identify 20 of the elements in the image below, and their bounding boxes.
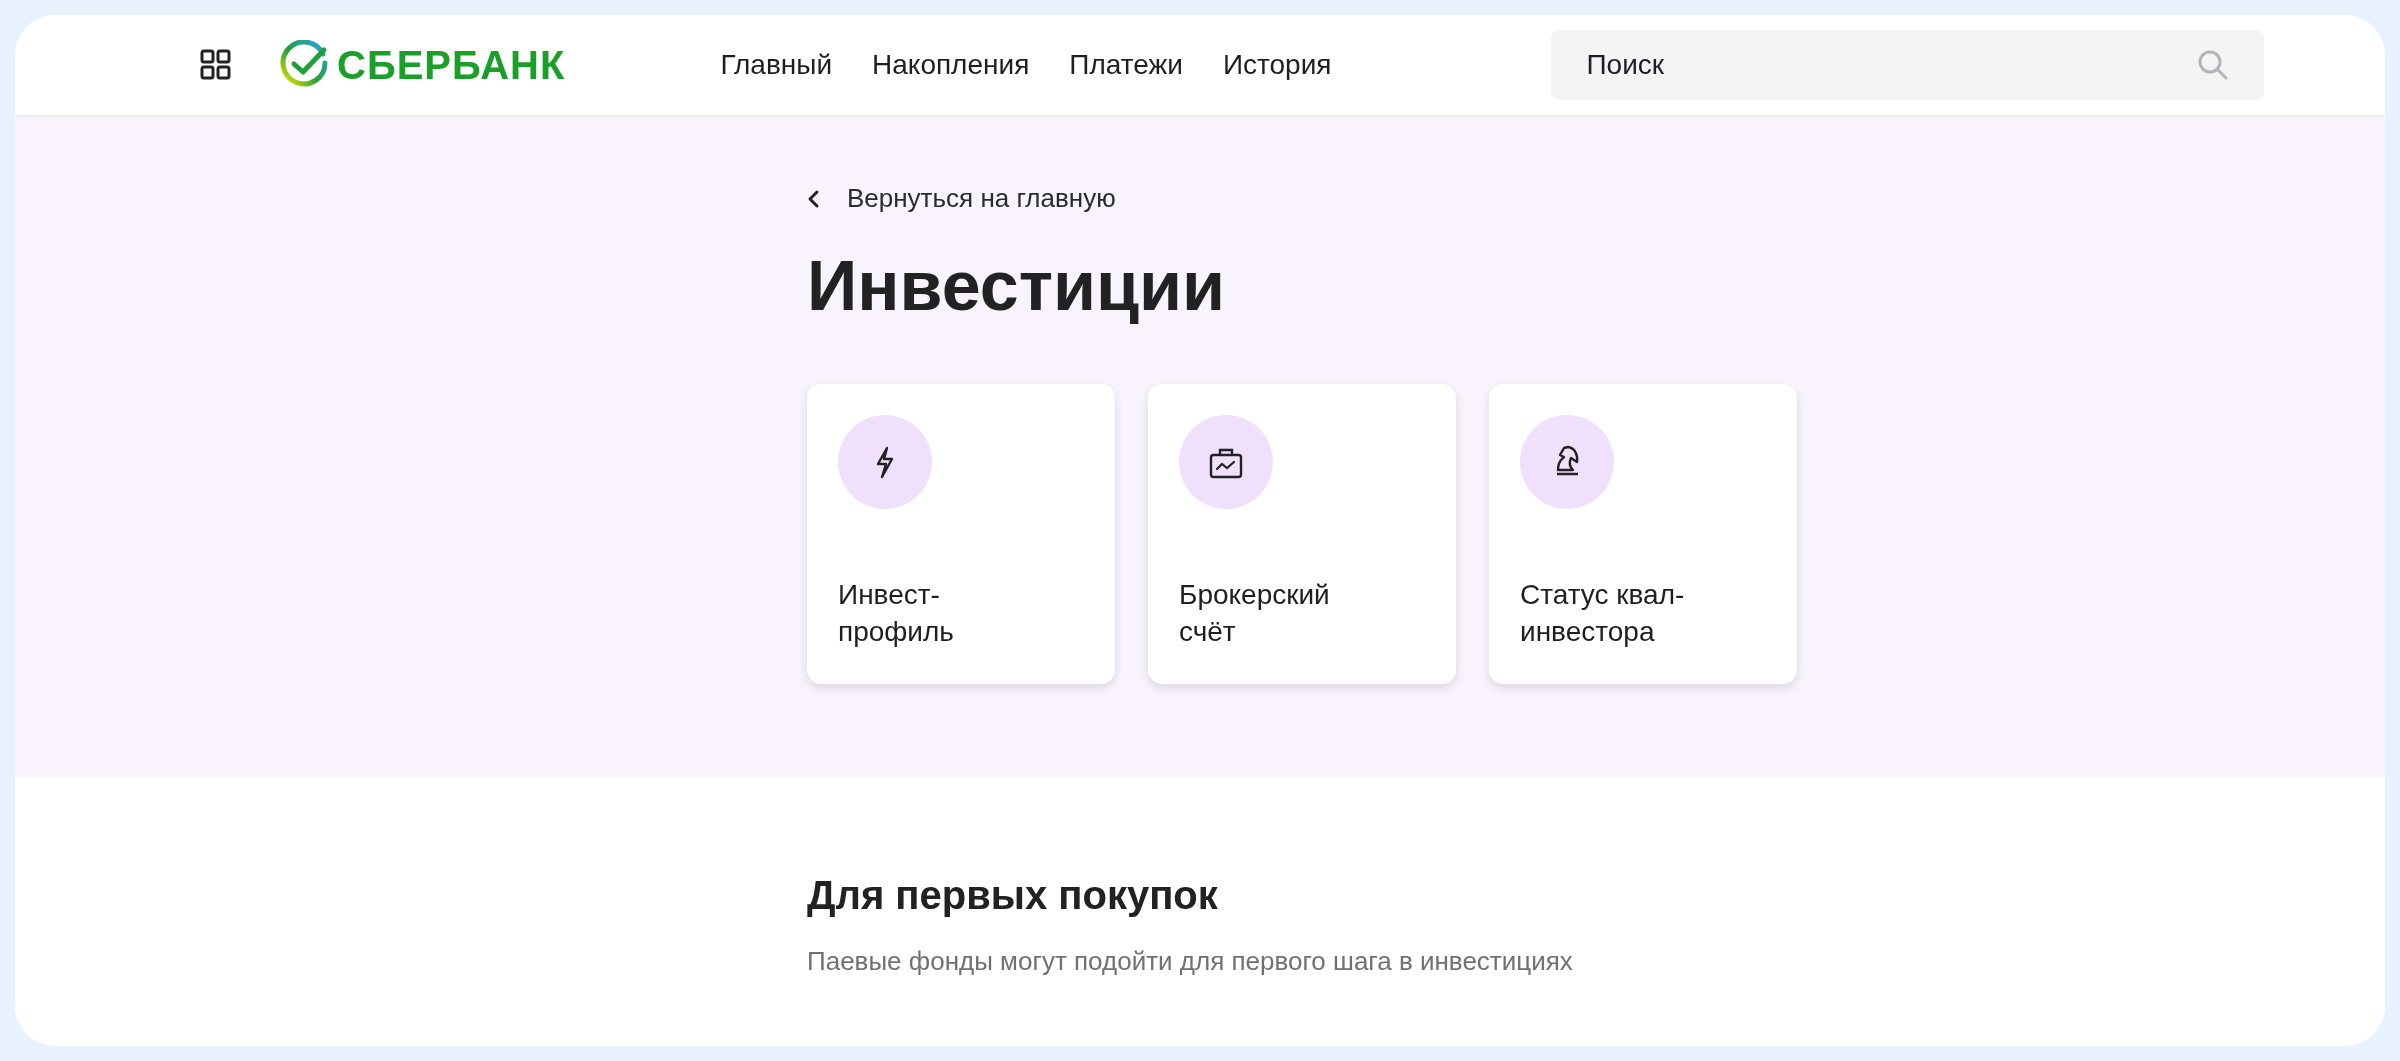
logo-icon xyxy=(279,40,329,90)
briefcase-icon xyxy=(1179,415,1273,509)
card-label: Статус квал- инвестора xyxy=(1520,578,1686,649)
knight-icon xyxy=(1520,415,1614,509)
page-title: Инвестиции xyxy=(807,246,1227,327)
back-link[interactable]: Вернуться на главную xyxy=(807,183,2385,214)
lightning-icon xyxy=(838,415,932,509)
category-card[interactable]: Брокерский счёт xyxy=(1148,384,1456,684)
category-card[interactable]: Инвест- профиль xyxy=(807,384,1115,684)
category-card[interactable]: Статус квал- инвестора xyxy=(1489,384,1797,684)
section-subtitle: Паевые фонды могут подойти для первого шага в инвестициях xyxy=(807,946,1574,977)
nav-link[interactable]: История xyxy=(1222,49,1332,81)
grid-menu-icon[interactable] xyxy=(200,49,232,81)
section-title: Для первых покупок xyxy=(807,873,1219,918)
nav-link[interactable]: Главный xyxy=(720,49,833,81)
card-label: Инвест- профиль xyxy=(838,578,955,649)
nav-link[interactable]: Платежи xyxy=(1069,49,1183,81)
card-label: Брокерский счёт xyxy=(1179,578,1331,649)
search-field[interactable]: Поиск xyxy=(1551,30,2265,100)
nav-link[interactable]: Накопления xyxy=(872,49,1030,81)
